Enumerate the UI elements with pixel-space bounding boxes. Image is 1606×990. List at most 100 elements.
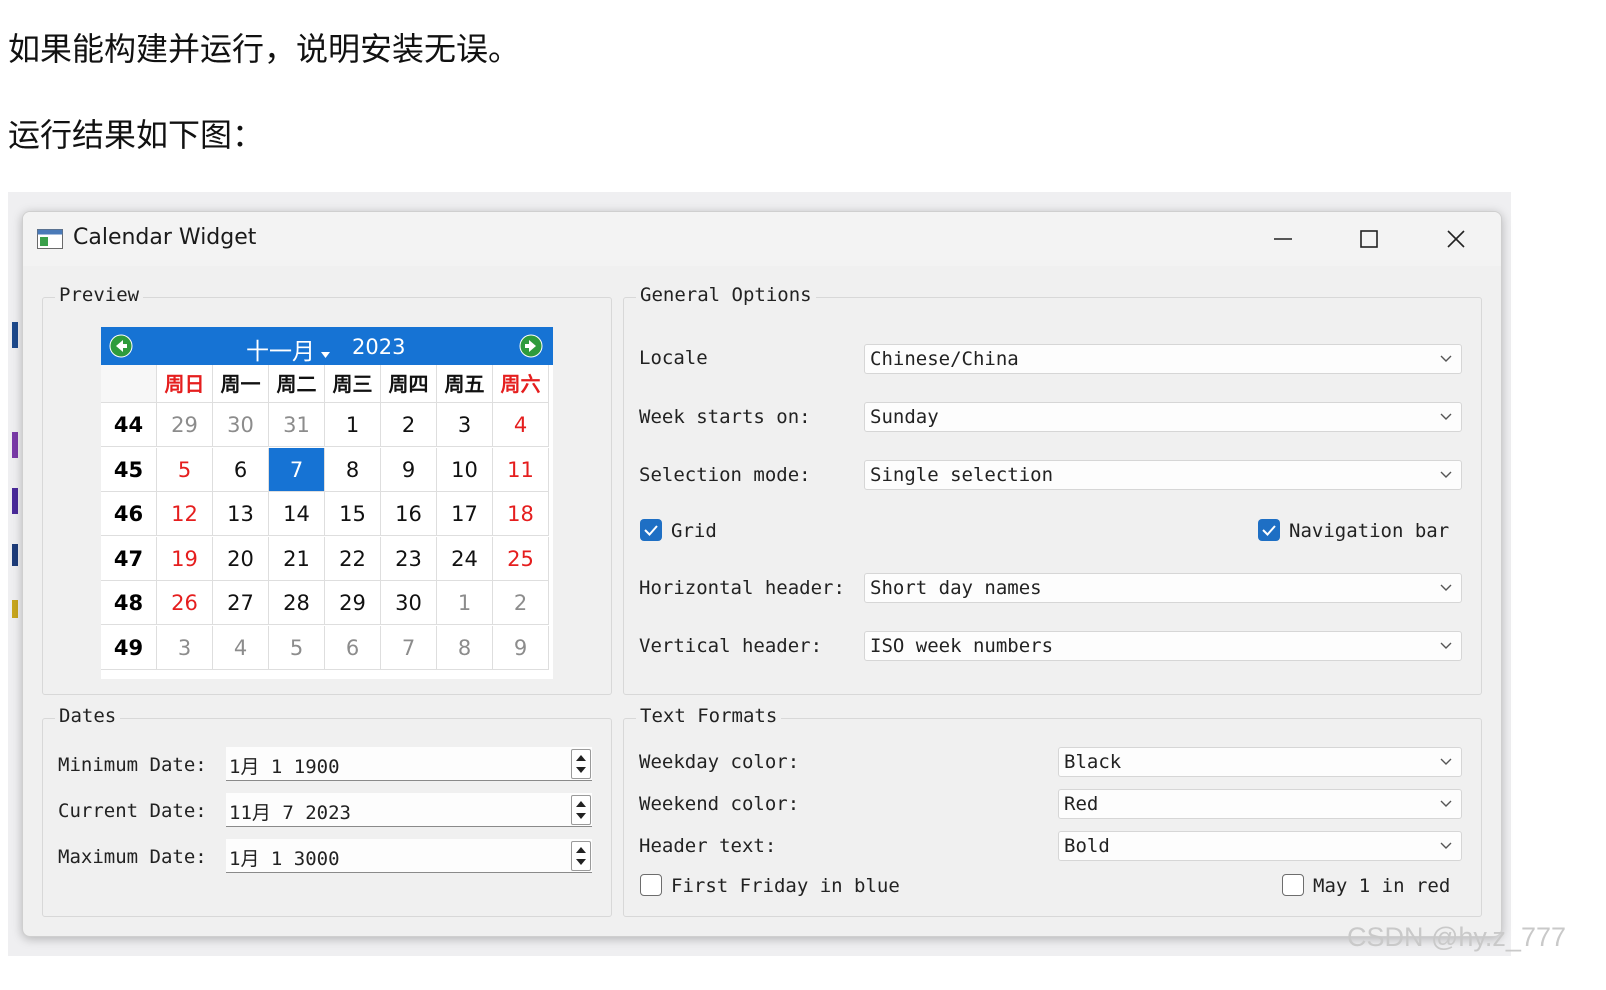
- first-friday-label[interactable]: First Friday in blue: [671, 875, 900, 897]
- checkmark-icon: [1262, 525, 1276, 536]
- maximum-date-value: 1月 1 3000: [229, 848, 340, 870]
- calendar-day[interactable]: 1: [437, 581, 493, 625]
- current-date-edit[interactable]: 11月 7 2023: [226, 793, 592, 827]
- calendar-day[interactable]: 3: [157, 625, 213, 670]
- calendar-day-header: 周日: [157, 365, 213, 403]
- calendar-day[interactable]: 19: [157, 536, 213, 581]
- first-friday-checkbox[interactable]: [640, 874, 662, 896]
- maximize-button[interactable]: [1349, 220, 1389, 258]
- calendar-week-number: 45: [101, 447, 157, 492]
- chevron-down-icon: [1440, 413, 1452, 420]
- maximize-icon: [1360, 230, 1378, 248]
- minimum-date-stepper[interactable]: [571, 749, 591, 779]
- calendar-day[interactable]: 25: [493, 536, 549, 581]
- calendar-day[interactable]: 26: [157, 581, 213, 625]
- maximum-date-stepper[interactable]: [571, 841, 591, 871]
- calendar-day[interactable]: 28: [269, 581, 325, 625]
- may-first-checkbox[interactable]: [1282, 874, 1304, 896]
- watermark: CSDN @hy.z_777: [1347, 922, 1566, 952]
- calendar-day[interactable]: 3: [437, 403, 493, 447]
- calendar-day[interactable]: 8: [325, 447, 381, 492]
- month-selector[interactable]: 十一月: [246, 332, 315, 366]
- header-text-value: Bold: [1064, 835, 1110, 857]
- calendar-day[interactable]: 30: [381, 581, 437, 625]
- navigation-bar-label[interactable]: Navigation bar: [1289, 520, 1449, 542]
- calendar-day[interactable]: 10: [437, 447, 493, 492]
- horizontal-header-label: Horizontal header:: [639, 577, 845, 599]
- selection-mode-combo[interactable]: Single selection: [864, 460, 1462, 490]
- calendar-day[interactable]: 24: [437, 536, 493, 581]
- weekday-color-value: Black: [1064, 751, 1122, 773]
- chevron-down-icon: [1440, 800, 1452, 807]
- close-button[interactable]: [1436, 220, 1476, 258]
- calendar-week-number: 44: [101, 403, 157, 447]
- calendar-day[interactable]: 21: [269, 536, 325, 581]
- calendar-day-header: 周六: [493, 365, 549, 403]
- next-month-icon[interactable]: [519, 334, 543, 358]
- maximum-date-edit[interactable]: 1月 1 3000: [226, 839, 592, 873]
- minimize-button[interactable]: [1263, 220, 1303, 258]
- calendar-day[interactable]: 9: [381, 447, 437, 492]
- minimum-date-edit[interactable]: 1月 1 1900: [226, 747, 592, 781]
- calendar-day[interactable]: 16: [381, 492, 437, 536]
- background-artifact: [12, 488, 18, 514]
- calendar-day[interactable]: 5: [269, 625, 325, 670]
- calendar-widget-window: Calendar Widget Preview 十一月 2023 周日 周一 周…: [22, 211, 1502, 937]
- calendar-day[interactable]: 29: [157, 403, 213, 447]
- header-text-combo[interactable]: Bold: [1058, 831, 1462, 861]
- calendar-day[interactable]: 5: [157, 447, 213, 492]
- year-selector[interactable]: 2023: [352, 335, 405, 359]
- title-bar[interactable]: Calendar Widget: [23, 212, 1501, 266]
- calendar-day[interactable]: 12: [157, 492, 213, 536]
- calendar-day[interactable]: 17: [437, 492, 493, 536]
- locale-combo[interactable]: Chinese/China: [864, 344, 1462, 374]
- current-date-stepper[interactable]: [571, 795, 591, 825]
- calendar[interactable]: 十一月 2023 周日 周一 周二 周三 周四 周五 周六 44 29 30 31 1 2 3 4 45 5 6 7…: [101, 327, 553, 679]
- calendar-day[interactable]: 23: [381, 536, 437, 581]
- selection-mode-label: Selection mode:: [639, 464, 811, 486]
- current-date-value: 11月 7 2023: [229, 802, 351, 824]
- calendar-day[interactable]: 30: [213, 403, 269, 447]
- spin-arrows-icon: [576, 801, 586, 819]
- may-first-label[interactable]: May 1 in red: [1313, 875, 1450, 897]
- calendar-day[interactable]: 27: [213, 581, 269, 625]
- calendar-day[interactable]: 2: [493, 581, 549, 625]
- app-icon: [37, 229, 63, 249]
- calendar-day[interactable]: 6: [325, 625, 381, 670]
- window-title: Calendar Widget: [73, 225, 257, 250]
- grid-checkbox[interactable]: [640, 519, 662, 541]
- calendar-day[interactable]: 14: [269, 492, 325, 536]
- calendar-day[interactable]: 4: [213, 625, 269, 670]
- close-icon: [1447, 230, 1465, 248]
- calendar-day[interactable]: 6: [213, 447, 269, 492]
- calendar-day[interactable]: 29: [325, 581, 381, 625]
- calendar-day-selected[interactable]: 7: [269, 447, 325, 492]
- prev-month-icon[interactable]: [109, 334, 133, 358]
- weekend-color-combo[interactable]: Red: [1058, 789, 1462, 819]
- calendar-day[interactable]: 2: [381, 403, 437, 447]
- calendar-day[interactable]: 1: [325, 403, 381, 447]
- month-dropdown-icon[interactable]: [321, 351, 331, 359]
- calendar-day[interactable]: 11: [493, 447, 549, 492]
- week-start-value: Sunday: [870, 406, 939, 428]
- spin-arrows-icon: [576, 847, 586, 865]
- navigation-bar-checkbox[interactable]: [1258, 519, 1280, 541]
- calendar-corner-cell: [101, 365, 157, 403]
- grid-label[interactable]: Grid: [671, 520, 717, 542]
- calendar-day[interactable]: 18: [493, 492, 549, 536]
- horizontal-header-combo[interactable]: Short day names: [864, 573, 1462, 603]
- weekday-color-combo[interactable]: Black: [1058, 747, 1462, 777]
- calendar-day[interactable]: 22: [325, 536, 381, 581]
- calendar-day[interactable]: 31: [269, 403, 325, 447]
- calendar-day[interactable]: 7: [381, 625, 437, 670]
- calendar-day[interactable]: 9: [493, 625, 549, 670]
- calendar-day[interactable]: 15: [325, 492, 381, 536]
- vertical-header-combo[interactable]: ISO week numbers: [864, 631, 1462, 661]
- calendar-day[interactable]: 13: [213, 492, 269, 536]
- calendar-day[interactable]: 8: [437, 625, 493, 670]
- calendar-day-header: 周五: [437, 365, 493, 403]
- calendar-day[interactable]: 20: [213, 536, 269, 581]
- calendar-day[interactable]: 4: [493, 403, 549, 447]
- week-start-combo[interactable]: Sunday: [864, 402, 1462, 432]
- doc-line-2: 运行结果如下图：: [8, 116, 265, 154]
